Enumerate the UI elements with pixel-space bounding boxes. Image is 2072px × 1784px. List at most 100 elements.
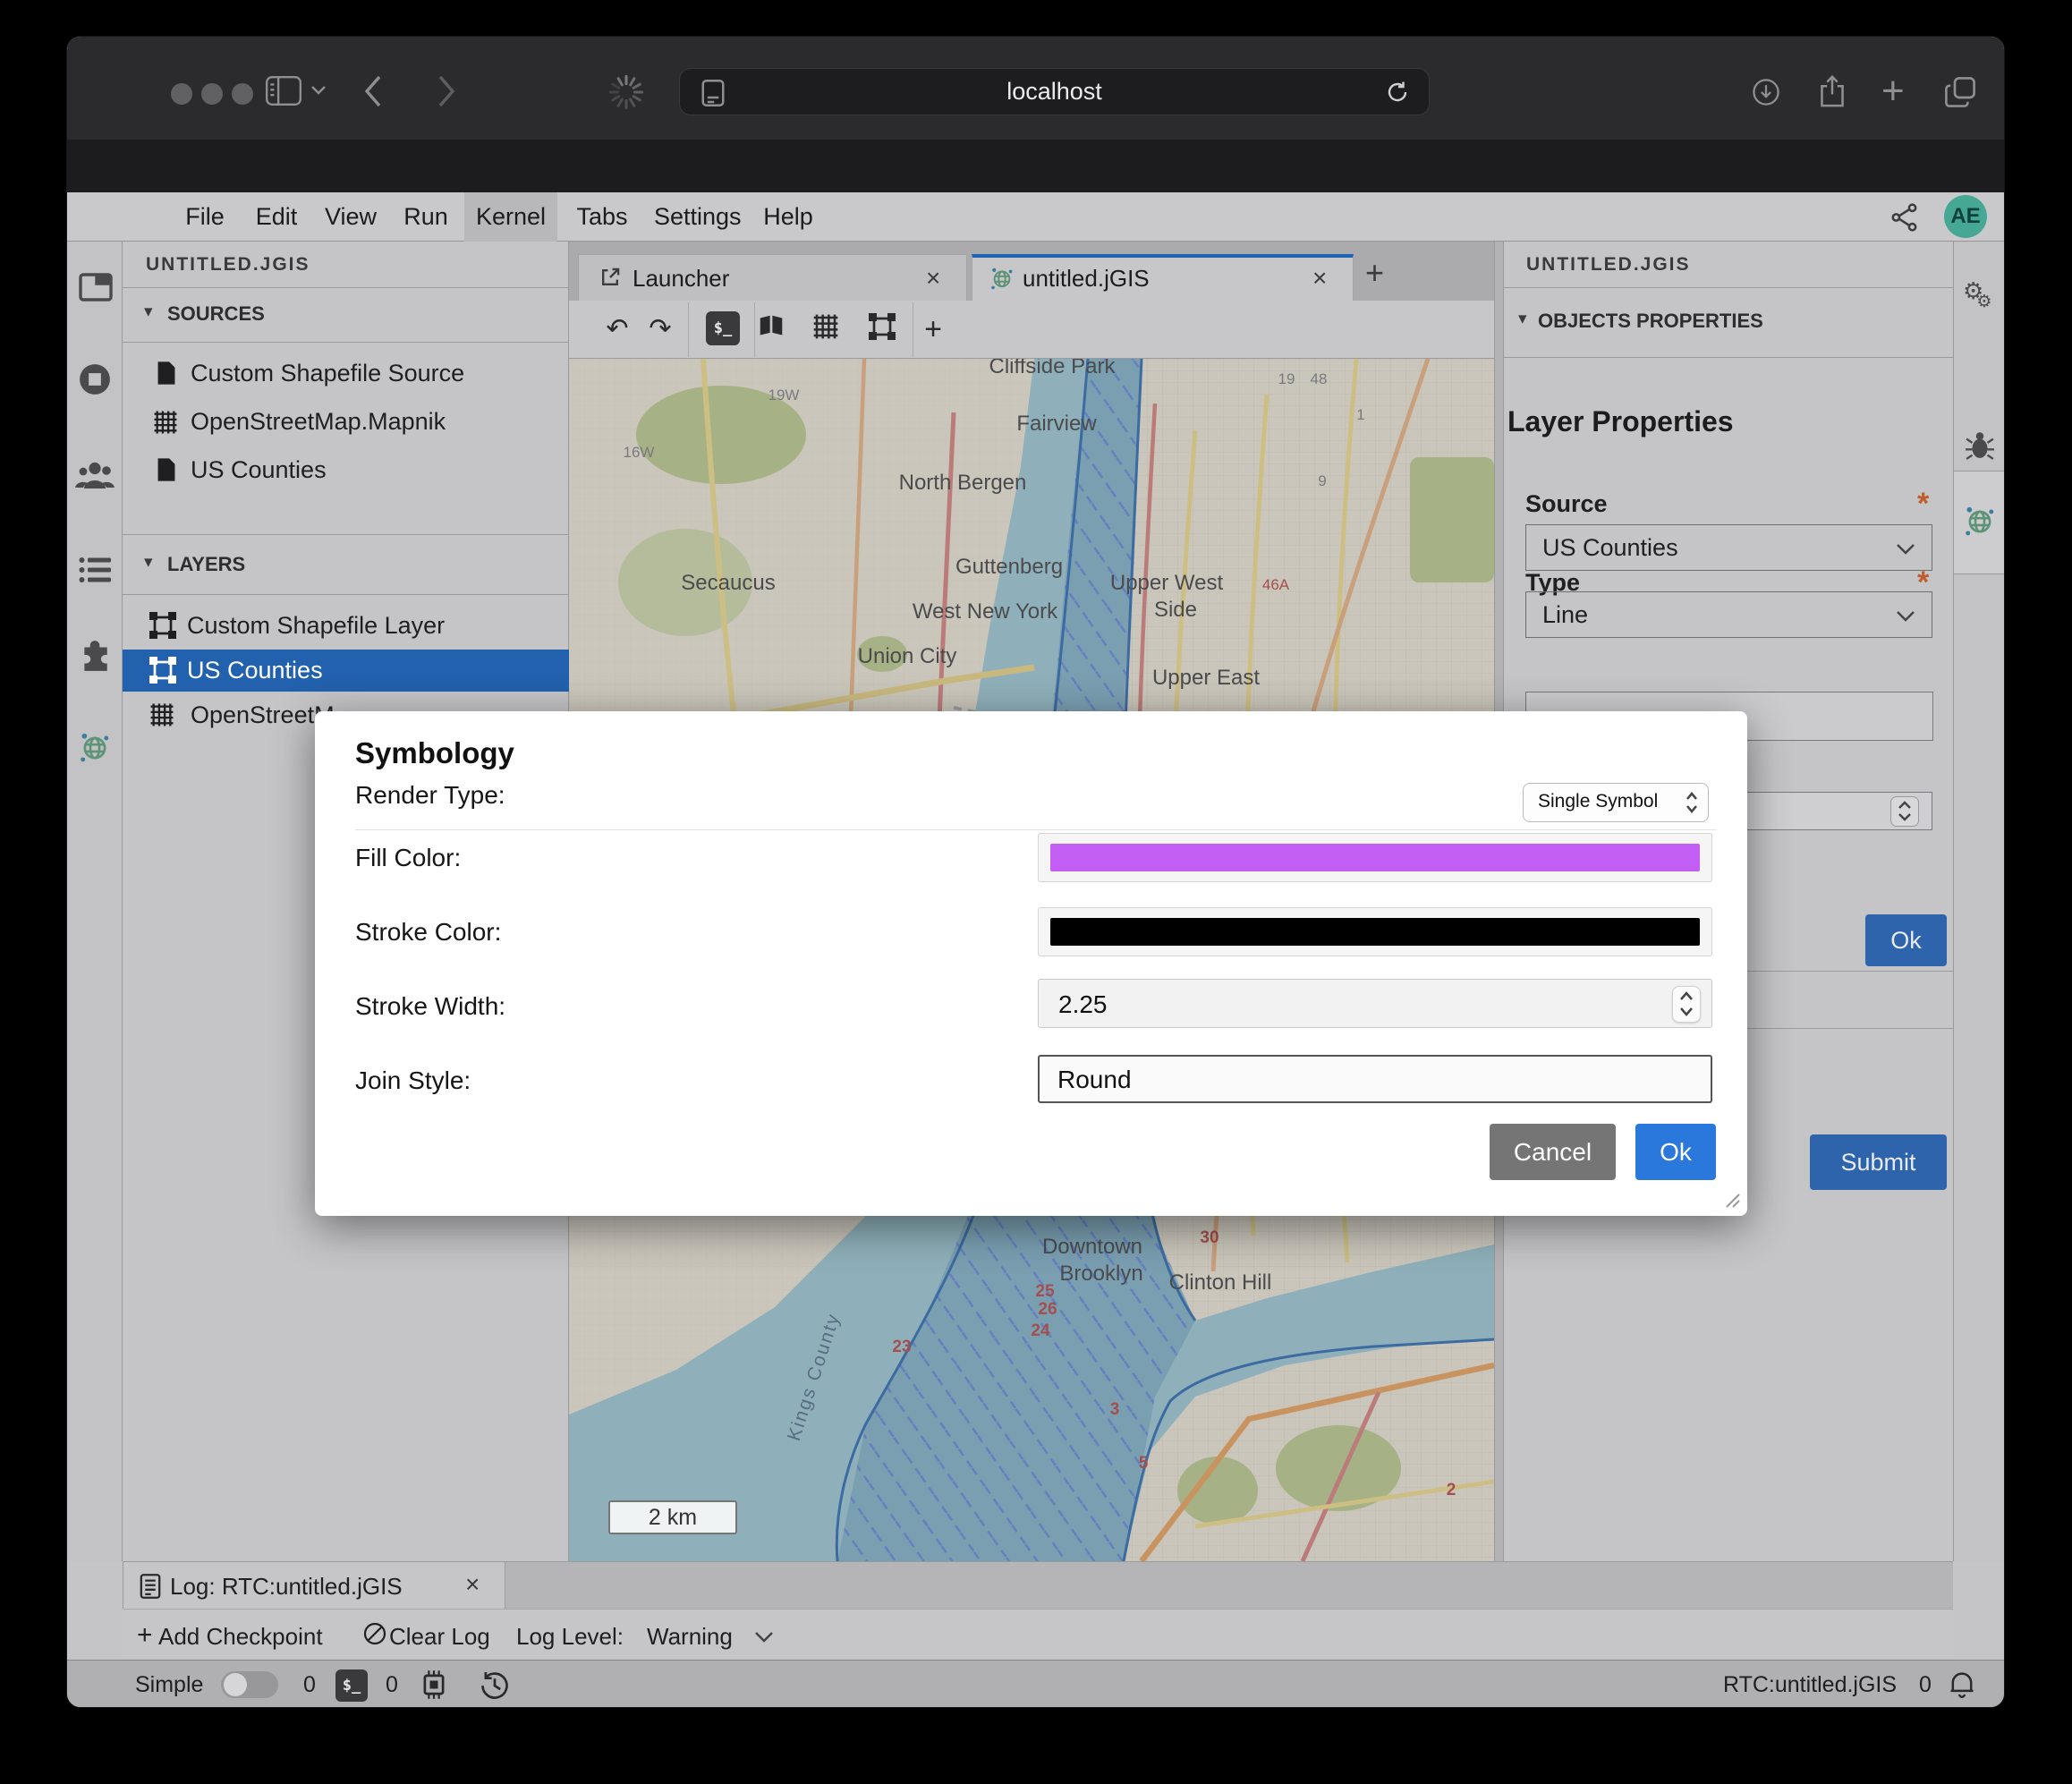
stepper-buttons[interactable] [1890, 796, 1919, 827]
clear-log-icon [362, 1621, 387, 1646]
debugger-bug-icon[interactable] [1965, 429, 1995, 460]
submit-button[interactable]: Submit [1810, 1134, 1947, 1190]
source-item-osm-mapnik[interactable]: OpenStreetMap.Mapnik [123, 399, 569, 447]
source-item-custom-shapefile[interactable]: Custom Shapefile Source [123, 351, 569, 399]
map-label: Side [1154, 598, 1197, 622]
menu-tabs[interactable]: Tabs [573, 192, 631, 242]
sidebar-chevron-icon[interactable] [310, 85, 327, 96]
extensions-icon[interactable] [78, 639, 112, 673]
add-layer-button[interactable]: + [915, 310, 951, 349]
svg-text:48: 48 [1311, 370, 1328, 387]
share-notebook-icon[interactable] [1890, 203, 1919, 232]
sources-section-header[interactable]: ▾ SOURCES [123, 287, 569, 342]
log-toolbar: + Add Checkpoint Clear Log Log Level: Wa… [123, 1609, 1953, 1660]
raster-layer-button[interactable] [812, 313, 839, 340]
menu-view[interactable]: View [323, 192, 378, 242]
zoom-window-button[interactable] [232, 83, 253, 105]
vector-layer-button[interactable] [869, 313, 896, 340]
undo-button[interactable]: ↶ [599, 310, 635, 349]
history-icon[interactable] [479, 1669, 511, 1701]
share-button[interactable] [1819, 74, 1846, 108]
render-type-select[interactable]: Single Symbol [1523, 783, 1709, 822]
redo-button[interactable]: ↷ [642, 310, 678, 349]
log-tab[interactable]: Log: RTC:untitled.jGIS × [123, 1562, 505, 1610]
sidebar-toggle-icon[interactable] [266, 76, 301, 106]
collapse-caret-icon: ▾ [144, 552, 153, 573]
table-of-contents-icon[interactable] [79, 556, 111, 583]
dialog-divider [355, 829, 1716, 830]
simple-mode-toggle[interactable] [221, 1671, 278, 1698]
join-style-select[interactable]: Round [1038, 1055, 1712, 1103]
screen: localhost + M 31 M e O ▲ ▣ ▣ ✶ S P ▲ W W… [0, 0, 2072, 1784]
launcher-icon [599, 266, 622, 289]
tab-untitled-jgis[interactable]: untitled.jGIS × [972, 254, 1354, 301]
ok-button[interactable]: Ok [1635, 1124, 1716, 1180]
terminal-status-icon[interactable]: $_ [335, 1669, 368, 1702]
menu-kernel[interactable]: Kernel [464, 192, 557, 242]
svg-text:19W: 19W [769, 387, 800, 404]
layer-row-custom-shapefile[interactable]: Custom Shapefile Layer [123, 602, 569, 650]
resize-handle[interactable] [1721, 1189, 1741, 1213]
close-tab-icon[interactable]: × [1312, 264, 1327, 293]
terminal-console-button[interactable]: $_ [706, 311, 740, 345]
stroke-color-swatch [1050, 918, 1700, 946]
log-level-label: Log Level: [516, 1623, 624, 1651]
menu-edit[interactable]: Edit [251, 192, 301, 242]
layers-section-header[interactable]: ▾ LAYERS [123, 534, 569, 594]
user-avatar[interactable]: AE [1944, 195, 1987, 238]
new-launcher-button[interactable]: + [1365, 254, 1384, 292]
property-inspector-icon[interactable]: ⚙⚙ [1963, 277, 1999, 305]
new-tab-button[interactable]: + [1881, 76, 1905, 106]
map-label: Cliffside Park [989, 359, 1117, 378]
log-level-select[interactable]: Warning [647, 1623, 733, 1651]
layer-properties-heading: Layer Properties [1507, 405, 1734, 438]
kernel-count: 0 [303, 1672, 316, 1698]
file-icon [157, 361, 176, 385]
url-bar[interactable]: localhost [679, 68, 1430, 115]
source-item-us-counties[interactable]: US Counties [123, 447, 569, 496]
map-label: Upper East [1152, 666, 1260, 690]
cancel-button[interactable]: Cancel [1490, 1124, 1616, 1180]
clear-log-button[interactable]: Clear Log [389, 1623, 490, 1651]
close-log-icon[interactable]: × [465, 1570, 480, 1599]
url-text[interactable]: localhost [680, 69, 1429, 115]
menu-settings[interactable]: Settings [654, 192, 738, 242]
downloads-button[interactable] [1751, 77, 1781, 107]
open-map-button[interactable] [758, 315, 785, 338]
log-console-icon [140, 1574, 161, 1599]
stroke-width-value: 2.25 [1058, 990, 1108, 1019]
fill-color-input[interactable] [1038, 833, 1712, 882]
right-activity-bar: ⚙⚙ [1953, 242, 2005, 1561]
reload-icon[interactable] [1384, 79, 1411, 106]
add-checkpoint-button[interactable]: Add Checkpoint [158, 1623, 323, 1651]
menu-file[interactable]: File [180, 192, 230, 242]
objects-properties-header[interactable]: ▾ OBJECTS PROPERTIES [1504, 287, 1953, 357]
required-asterisk: * [1917, 487, 1929, 522]
stroke-color-label: Stroke Color: [355, 918, 501, 947]
map-label: Guttenberg [955, 555, 1063, 579]
source-select[interactable]: US Counties [1525, 524, 1932, 571]
bell-icon[interactable] [1948, 1669, 1976, 1699]
back-button[interactable] [362, 74, 384, 108]
collaborators-icon[interactable] [75, 462, 115, 488]
menu-run[interactable]: Run [402, 192, 450, 242]
panel-ok-button[interactable]: Ok [1865, 914, 1947, 966]
running-kernels-icon[interactable] [78, 362, 112, 396]
chip-icon[interactable] [418, 1669, 450, 1701]
close-tab-icon[interactable]: × [926, 264, 940, 293]
chevron-down-icon[interactable] [754, 1631, 774, 1643]
forward-button[interactable] [436, 74, 457, 108]
layer-row-us-counties-selected[interactable]: US Counties [123, 650, 569, 692]
tab-overview-button[interactable] [1944, 76, 1976, 108]
source-field-label: Source [1525, 490, 1608, 518]
stroke-width-input[interactable]: 2.25 [1038, 979, 1712, 1028]
jupytergis-icon[interactable] [77, 729, 113, 765]
jupytergis-panel-icon[interactable] [1962, 503, 1998, 539]
stepper-buttons[interactable] [1672, 986, 1701, 1023]
minimize-window-button[interactable] [201, 83, 223, 105]
type-select[interactable]: Line [1525, 591, 1932, 638]
close-window-button[interactable] [171, 83, 192, 105]
stroke-color-input[interactable] [1038, 907, 1712, 956]
file-browser-icon[interactable] [79, 273, 113, 302]
tab-launcher[interactable]: Launcher × [578, 254, 967, 301]
